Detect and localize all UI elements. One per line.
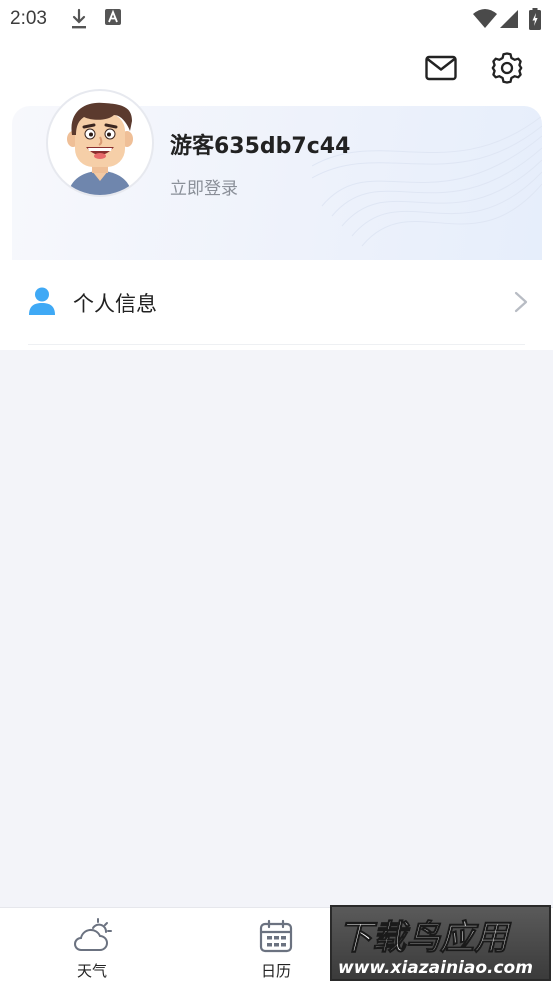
settings-gear-icon (490, 51, 524, 89)
battery-charging-icon (529, 8, 541, 34)
avatar[interactable] (46, 89, 154, 197)
status-time: 2:03 (10, 8, 47, 29)
login-link[interactable]: 立即登录 (170, 174, 238, 199)
signal-icon (500, 8, 518, 32)
divider (28, 344, 525, 345)
nav-tab-calendar[interactable]: 日历 (216, 908, 336, 984)
nav-tab-label: 日历 (260, 962, 291, 980)
mail-button[interactable] (423, 52, 459, 88)
svg-text:下载鸟应用: 下载鸟应用 (338, 918, 512, 958)
svg-text:www.xiazainiao.com: www.xiazainiao.com (338, 958, 533, 978)
chevron-right-icon (514, 291, 528, 317)
font-a-icon (105, 8, 121, 30)
watermark-logo: 下载鸟应用 www.xiazainiao.com (330, 905, 551, 981)
menu-item-label: 个人信息 (73, 292, 157, 316)
weather-cloud-sun-icon (72, 918, 112, 958)
cartoon-avatar-icon (67, 102, 133, 195)
settings-button[interactable] (489, 52, 525, 88)
wifi-icon (473, 8, 497, 32)
nav-tab-label: 天气 (76, 962, 107, 980)
status-bar: 2:03 (0, 0, 553, 38)
nav-tab-weather[interactable]: 天气 (32, 908, 152, 984)
calendar-icon (258, 918, 294, 958)
download-icon (70, 8, 88, 34)
person-icon (29, 287, 55, 319)
mail-icon (425, 55, 457, 85)
username: 游客635db7c44 (170, 134, 351, 159)
